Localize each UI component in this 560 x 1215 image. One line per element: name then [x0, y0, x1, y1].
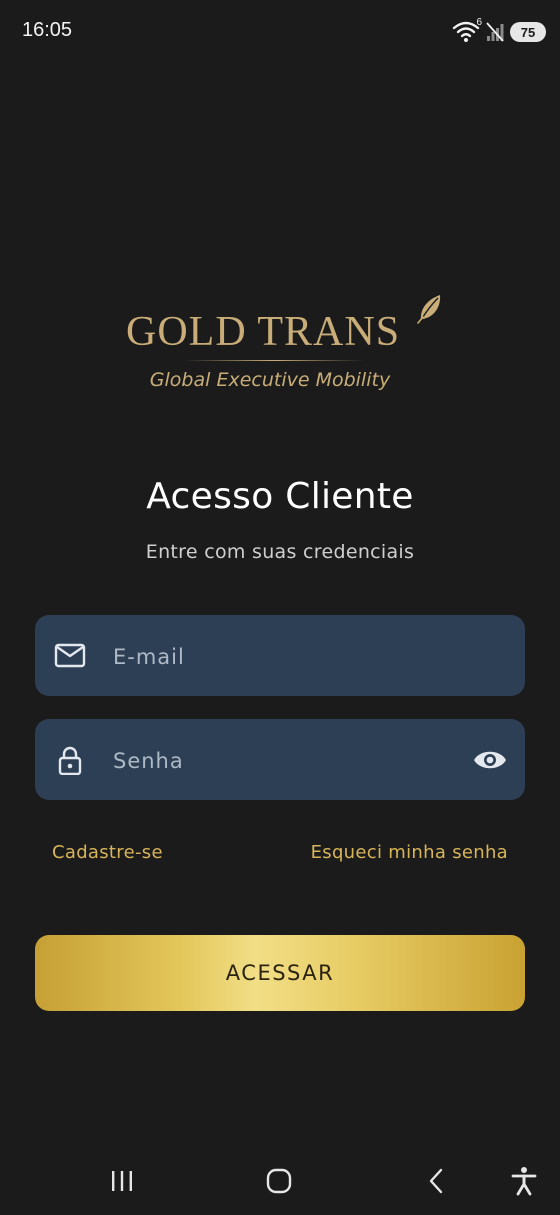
system-nav-bar	[0, 1148, 560, 1215]
page-title: Acesso Cliente	[146, 476, 414, 517]
eye-icon[interactable]	[473, 747, 507, 773]
email-input[interactable]	[111, 615, 455, 698]
logo-title: GOLD TRANS	[126, 309, 401, 355]
password-input[interactable]	[111, 719, 455, 802]
brand-logo: GOLD TRANS Global Executive Mobility	[0, 290, 560, 400]
accessibility-icon[interactable]	[504, 1164, 544, 1198]
status-bar: 16:05 6 75	[0, 0, 560, 62]
wifi-icon: 6	[452, 17, 482, 43]
login-button[interactable]: ACESSAR	[35, 935, 525, 1011]
login-screen: 16:05 6 75 GOLD TRANS Global Executive M…	[0, 0, 560, 1215]
forgot-password-link[interactable]: Esqueci minha senha	[311, 842, 508, 863]
leaf-icon	[416, 292, 444, 324]
password-field[interactable]	[35, 719, 525, 802]
recent-apps-icon[interactable]	[102, 1164, 142, 1198]
wifi-badge: 6	[476, 17, 482, 28]
lock-icon	[54, 745, 86, 776]
logo-tagline: Global Executive Mobility	[149, 369, 391, 391]
signal-off-icon	[486, 22, 504, 42]
home-icon[interactable]	[259, 1164, 299, 1198]
email-field[interactable]	[35, 615, 525, 698]
page-subtitle: Entre com suas credenciais	[145, 541, 415, 563]
mail-icon	[54, 641, 86, 671]
battery-icon: 75	[510, 22, 546, 42]
status-icons: 6 75	[452, 17, 546, 44]
status-time: 16:05	[22, 19, 73, 41]
signup-link[interactable]: Cadastre-se	[52, 842, 163, 863]
back-icon[interactable]	[416, 1164, 456, 1198]
logo-divider	[184, 360, 364, 361]
